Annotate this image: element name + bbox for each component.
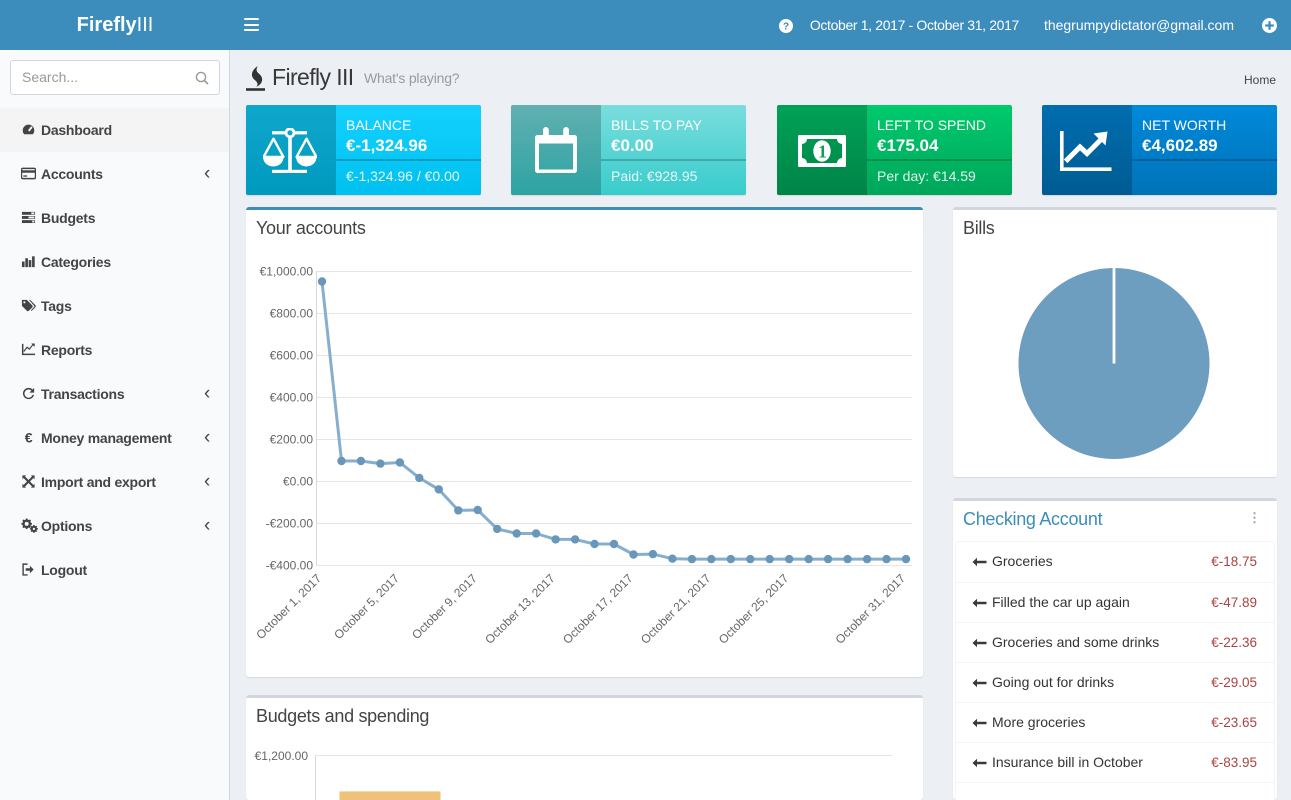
- svg-text:€0.00: €0.00: [283, 475, 313, 489]
- svg-text:€400.00: €400.00: [270, 391, 314, 405]
- svg-text:October 21, 2017: October 21, 2017: [638, 571, 714, 647]
- svg-text:€: €: [25, 430, 33, 445]
- svg-text:October 17, 2017: October 17, 2017: [560, 571, 636, 647]
- svg-text:€1,000.00: €1,000.00: [260, 265, 314, 279]
- svg-text:?: ?: [783, 22, 789, 33]
- svg-text:October 9, 2017: October 9, 2017: [409, 571, 480, 642]
- svg-text:1: 1: [818, 142, 827, 162]
- svg-text:October 25, 2017: October 25, 2017: [716, 571, 792, 647]
- svg-text:October 1, 2017: October 1, 2017: [253, 571, 324, 642]
- svg-text:-€200.00: -€200.00: [266, 517, 314, 531]
- svg-text:October 5, 2017: October 5, 2017: [331, 571, 402, 642]
- svg-text:-€400.00: -€400.00: [266, 559, 314, 573]
- svg-text:October 13, 2017: October 13, 2017: [482, 571, 558, 647]
- svg-text:€1,200.00: €1,200.00: [255, 749, 309, 763]
- svg-text:€800.00: €800.00: [270, 307, 314, 321]
- svg-text:October 31, 2017: October 31, 2017: [833, 571, 909, 647]
- svg-text:€600.00: €600.00: [270, 349, 314, 363]
- svg-text:€200.00: €200.00: [270, 433, 314, 447]
